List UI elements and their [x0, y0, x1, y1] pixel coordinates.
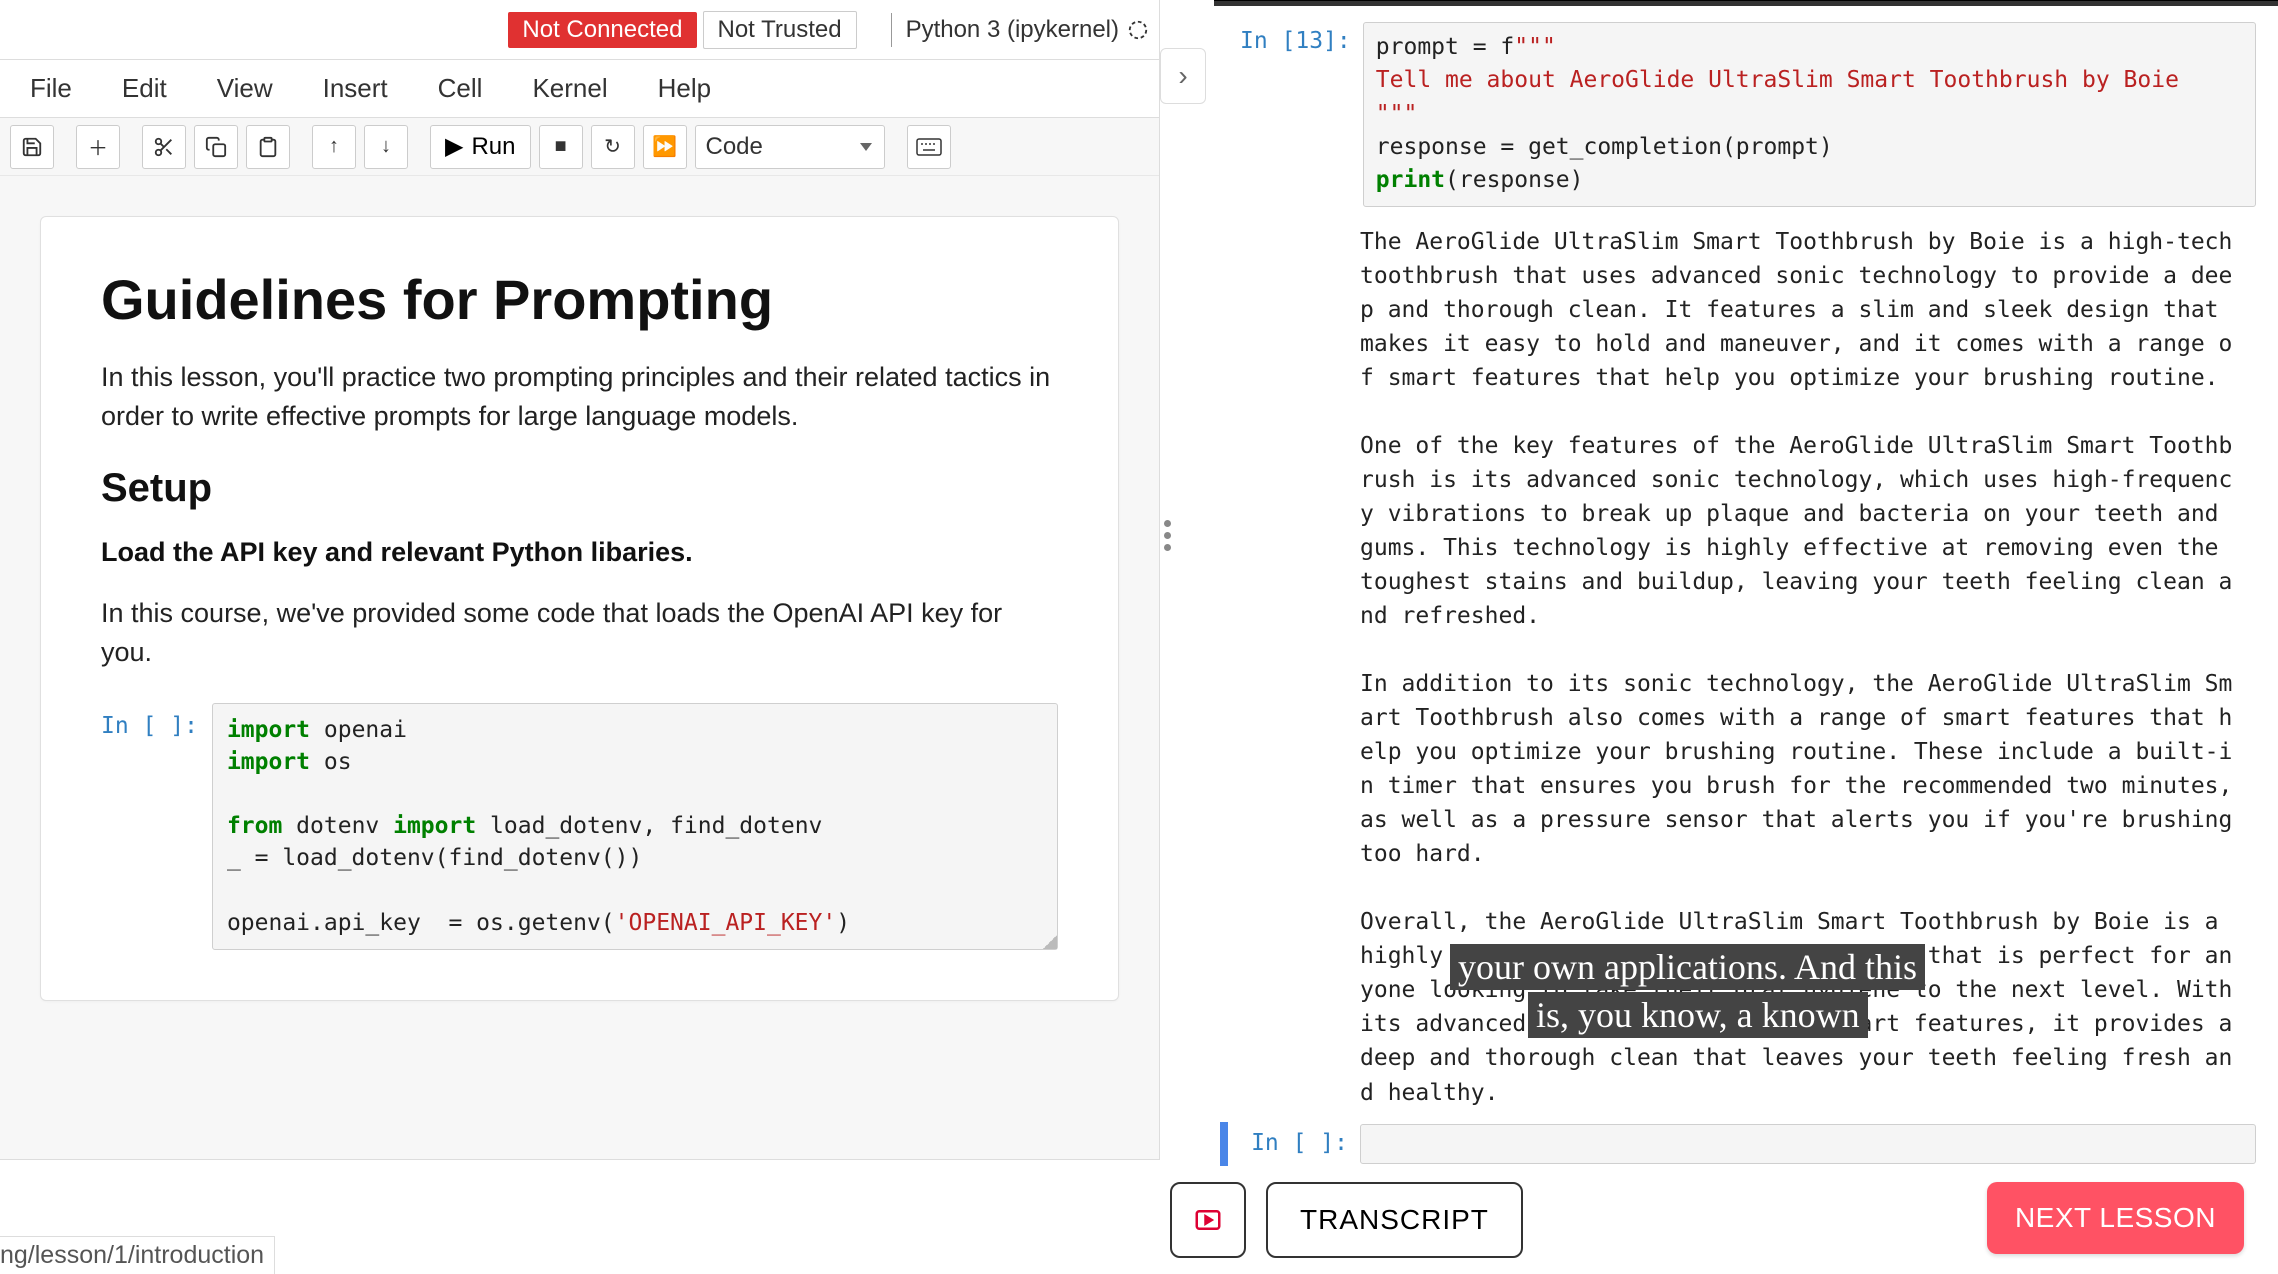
markdown-cell[interactable]: Guidelines for Prompting In this lesson,…	[40, 216, 1119, 1001]
chevron-right-icon: ›	[1178, 60, 1187, 92]
run-button[interactable]: ▶ Run	[430, 125, 531, 169]
setup-subheading: Load the API key and relevant Python lib…	[101, 537, 1058, 568]
stop-button[interactable]: ■	[539, 125, 583, 169]
video-captions: your own applications. And this is, you …	[1450, 944, 1925, 1040]
code-input-13[interactable]: prompt = f""" Tell me about AeroGlide Ul…	[1363, 22, 2256, 207]
setup-heading: Setup	[101, 466, 1058, 511]
cell-type-value: Code	[706, 133, 763, 161]
divider	[891, 13, 892, 47]
copy-button[interactable]	[194, 125, 238, 169]
kernel-status-icon	[1127, 19, 1149, 41]
menu-insert[interactable]: Insert	[303, 67, 408, 110]
code-cell-13[interactable]: In [13]: prompt = f""" Tell me about Aer…	[1240, 22, 2256, 207]
code-prompt-13: In [13]:	[1240, 22, 1363, 207]
menu-help[interactable]: Help	[638, 67, 731, 110]
not-connected-badge: Not Connected	[508, 12, 696, 48]
play-icon: ▶	[445, 132, 463, 161]
intro-paragraph: In this lesson, you'll practice two prom…	[101, 358, 1058, 436]
cell-type-select[interactable]: Code	[695, 125, 885, 169]
footer: ng/lesson/1/introduction TRANSCRIPT NEXT…	[0, 1164, 2278, 1274]
paste-button[interactable]	[246, 125, 290, 169]
move-up-button[interactable]: ↑	[312, 125, 356, 169]
setup-paragraph: In this course, we've provided some code…	[101, 594, 1058, 672]
panel-top-border	[1214, 0, 2278, 6]
url-path: ng/lesson/1/introduction	[0, 1236, 275, 1274]
empty-code-cell-1[interactable]: In [ ]:	[1240, 1124, 2256, 1164]
restart-button[interactable]: ↻	[591, 125, 635, 169]
menu-cell[interactable]: Cell	[418, 67, 503, 110]
menu-view[interactable]: View	[197, 67, 293, 110]
fast-forward-button[interactable]: ⏩	[643, 125, 687, 169]
run-label: Run	[471, 133, 515, 161]
menu-kernel[interactable]: Kernel	[512, 67, 627, 110]
code-prompt-label: In [ ]:	[101, 703, 212, 950]
cut-button[interactable]	[142, 125, 186, 169]
kernel-name[interactable]: Python 3 (ipykernel)	[906, 16, 1119, 44]
keyboard-button[interactable]	[907, 125, 951, 169]
notebook-topbar: Not Connected Not Trusted Python 3 (ipyk…	[0, 0, 1159, 60]
toolbar: ＋ ↑ ↓ ▶ Run ■ ↻ ⏩ Code	[0, 118, 1159, 176]
move-down-button[interactable]: ↓	[364, 125, 408, 169]
caption-line-2: is, you know, a known	[1528, 992, 1868, 1038]
notebook-area[interactable]: Guidelines for Prompting In this lesson,…	[0, 176, 1159, 1159]
page-title: Guidelines for Prompting	[101, 267, 1058, 332]
transcript-button[interactable]: TRANSCRIPT	[1266, 1182, 1523, 1258]
menu-bar: File Edit View Insert Cell Kernel Help	[0, 60, 1159, 118]
add-cell-button[interactable]: ＋	[76, 125, 120, 169]
not-trusted-badge[interactable]: Not Trusted	[703, 11, 857, 49]
menu-edit[interactable]: Edit	[102, 67, 187, 110]
empty-prompt-1: In [ ]:	[1240, 1124, 1360, 1164]
left-notebook-panel: Not Connected Not Trusted Python 3 (ipyk…	[0, 0, 1160, 1160]
code-cell[interactable]: In [ ]: import openai import os from dot…	[101, 703, 1058, 950]
next-lesson-button[interactable]: NEXT LESSON	[1987, 1182, 2244, 1254]
code-input[interactable]: import openai import os from dotenv impo…	[212, 703, 1058, 950]
menu-file[interactable]: File	[10, 67, 92, 110]
empty-code-input-1[interactable]	[1360, 1124, 2256, 1164]
video-play-button[interactable]	[1170, 1182, 1246, 1258]
caption-line-1: your own applications. And this	[1450, 944, 1925, 990]
collapse-panel-button[interactable]: ›	[1160, 48, 1206, 104]
resize-handle[interactable]	[1043, 935, 1057, 949]
save-button[interactable]	[10, 125, 54, 169]
panel-drag-handle[interactable]	[1164, 520, 1171, 551]
